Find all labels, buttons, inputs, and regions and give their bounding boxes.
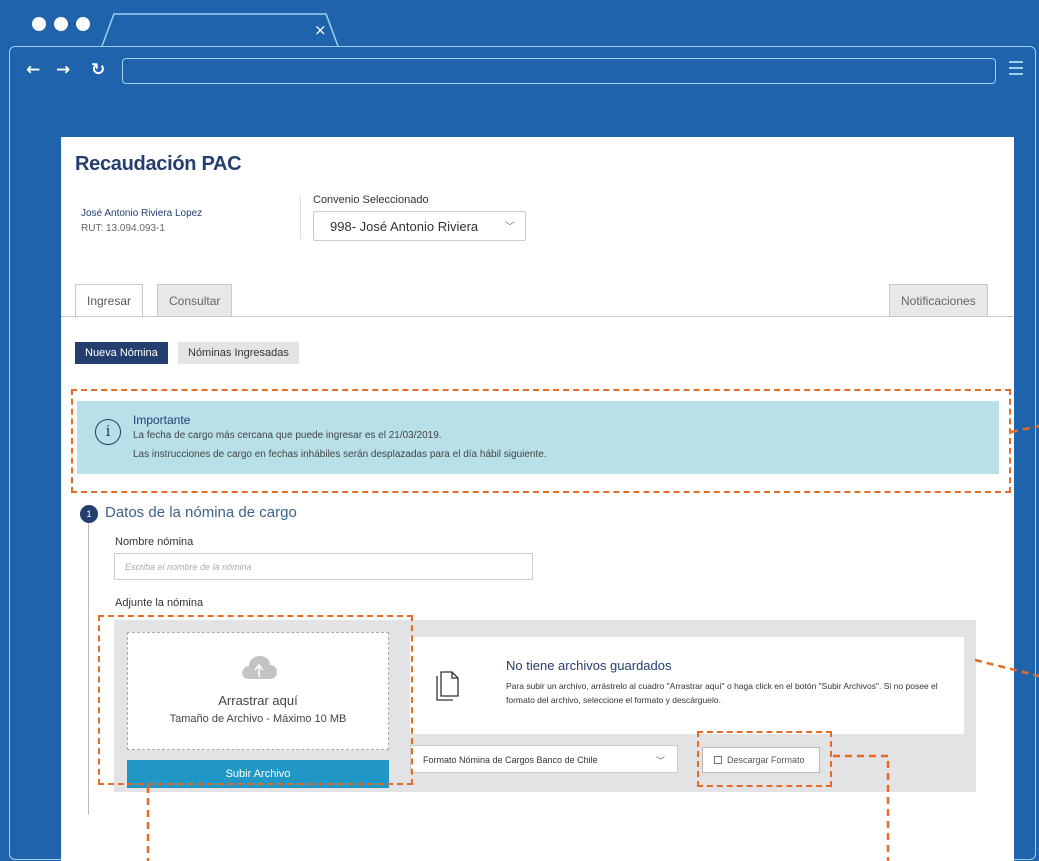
annotation-leader-lines	[146, 424, 1039, 861]
